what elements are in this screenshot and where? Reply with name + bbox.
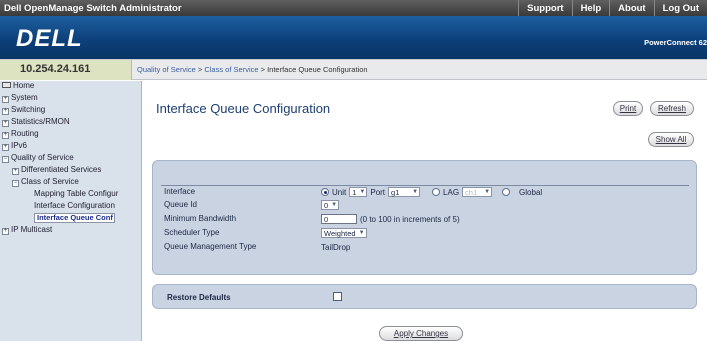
- queue-id-select[interactable]: 0 ▼: [321, 200, 340, 210]
- chevron-down-icon: ▼: [358, 230, 365, 236]
- breadcrumb-qos[interactable]: Quality of Service: [137, 65, 196, 74]
- chevron-down-icon: ▼: [412, 189, 419, 195]
- content-area: Interface Queue Configuration Print Refr…: [143, 81, 707, 341]
- nav-item-mapping-table[interactable]: Mapping Table Configur: [34, 189, 118, 199]
- restore-defaults-checkbox[interactable]: [333, 292, 342, 301]
- queue-id-label: Queue Id: [164, 200, 197, 209]
- apply-changes-button[interactable]: Apply Changes: [379, 326, 463, 341]
- expand-icon[interactable]: +: [2, 96, 9, 103]
- logout-link[interactable]: Log Out: [653, 0, 707, 16]
- chevron-down-icon: ▼: [359, 189, 366, 195]
- global-radio[interactable]: [502, 188, 511, 196]
- interface-row: Interface Unit 1 ▼ Port g1 ▼ LAG ch1 ▼ Glob…: [161, 185, 689, 197]
- nav-item-interface-config[interactable]: Interface Configuration: [34, 201, 115, 211]
- min-bandwidth-input[interactable]: 0: [321, 214, 357, 224]
- queue-mgmt-value: TailDrop: [321, 242, 351, 252]
- navigation-tree: Home + System + Switching + Statistics/RMON…: [0, 81, 142, 341]
- lag-radio[interactable]: [432, 188, 441, 196]
- interface-label: Interface: [164, 187, 196, 196]
- expand-icon[interactable]: +: [12, 168, 19, 175]
- breadcrumb-cos[interactable]: Class of Service: [204, 65, 258, 74]
- min-bandwidth-label: Minimum Bandwidth: [164, 214, 237, 223]
- nav-item-ipv6[interactable]: + IPv6: [2, 141, 27, 151]
- expand-icon[interactable]: +: [2, 228, 9, 235]
- nav-item-statistics[interactable]: + Statistics/RMON: [2, 117, 70, 127]
- device-ip: 10.254.24.161: [0, 60, 132, 80]
- nav-item-interface-queue[interactable]: Interface Queue Conf: [34, 213, 115, 223]
- panel-header: [153, 161, 696, 185]
- config-panel: Interface Unit 1 ▼ Port g1 ▼ LAG ch1 ▼ Glob…: [152, 160, 697, 275]
- home-icon: [2, 82, 11, 88]
- help-link[interactable]: Help: [571, 0, 610, 16]
- chevron-down-icon: ▼: [331, 202, 338, 208]
- unit-port-radio[interactable]: [321, 188, 329, 196]
- collapse-icon[interactable]: −: [2, 156, 9, 163]
- scheduler-type-row: Scheduler Type Weighted ▼: [161, 227, 689, 239]
- breadcrumb: Quality of Service > Class of Service > …: [137, 65, 368, 74]
- scheduler-type-label: Scheduler Type: [164, 228, 220, 237]
- expand-icon[interactable]: +: [2, 108, 9, 115]
- nav-item-routing[interactable]: + Routing: [2, 129, 39, 139]
- nav-item-home[interactable]: Home: [2, 81, 34, 91]
- expand-icon[interactable]: +: [2, 144, 9, 151]
- support-link[interactable]: Support: [518, 0, 571, 16]
- product-model: PowerConnect 62: [644, 38, 707, 47]
- address-bar: 10.254.24.161 Quality of Service > Class…: [0, 59, 707, 80]
- unit-select[interactable]: 1 ▼: [349, 187, 368, 197]
- nav-item-qos[interactable]: − Quality of Service: [2, 153, 74, 163]
- expand-icon[interactable]: +: [2, 120, 9, 127]
- top-menu-bar: Dell OpenManage Switch Administrator Sup…: [0, 0, 707, 16]
- port-select[interactable]: g1 ▼: [388, 187, 421, 197]
- nav-item-diffserv[interactable]: + Differentiated Services: [12, 165, 101, 175]
- min-bandwidth-row: Minimum Bandwidth 0 (0 to 100 in incremen…: [161, 213, 689, 225]
- queue-mgmt-label: Queue Management Type: [164, 242, 257, 251]
- dell-logo: DELL: [16, 25, 83, 52]
- chevron-down-icon: ▼: [484, 189, 491, 195]
- nav-item-cos[interactable]: − Class of Service: [12, 177, 79, 187]
- lag-select: ch1 ▼: [462, 187, 493, 197]
- brand-banner: DELL PowerConnect 62: [0, 16, 707, 59]
- scheduler-type-select[interactable]: Weighted ▼: [321, 228, 367, 238]
- queue-id-row: Queue Id 0 ▼: [161, 199, 689, 211]
- breadcrumb-current: Interface Queue Configuration: [267, 65, 368, 74]
- collapse-icon[interactable]: −: [12, 180, 19, 187]
- nav-item-ip-multicast[interactable]: + IP Multicast: [2, 225, 52, 235]
- restore-defaults-panel: Restore Defaults: [152, 284, 697, 309]
- restore-defaults-label: Restore Defaults: [167, 293, 231, 302]
- refresh-button[interactable]: Refresh: [650, 101, 694, 116]
- app-title: Dell OpenManage Switch Administrator: [4, 3, 182, 14]
- print-button[interactable]: Print: [613, 101, 643, 116]
- min-bandwidth-hint: (0 to 100 in increments of 5): [360, 214, 460, 224]
- about-link[interactable]: About: [609, 0, 653, 16]
- nav-item-system[interactable]: + System: [2, 93, 38, 103]
- show-all-button[interactable]: Show All: [648, 132, 694, 147]
- expand-icon[interactable]: +: [2, 132, 9, 139]
- page-title: Interface Queue Configuration: [156, 101, 331, 116]
- queue-mgmt-row: Queue Management Type TailDrop: [161, 241, 689, 253]
- nav-item-switching[interactable]: + Switching: [2, 105, 45, 115]
